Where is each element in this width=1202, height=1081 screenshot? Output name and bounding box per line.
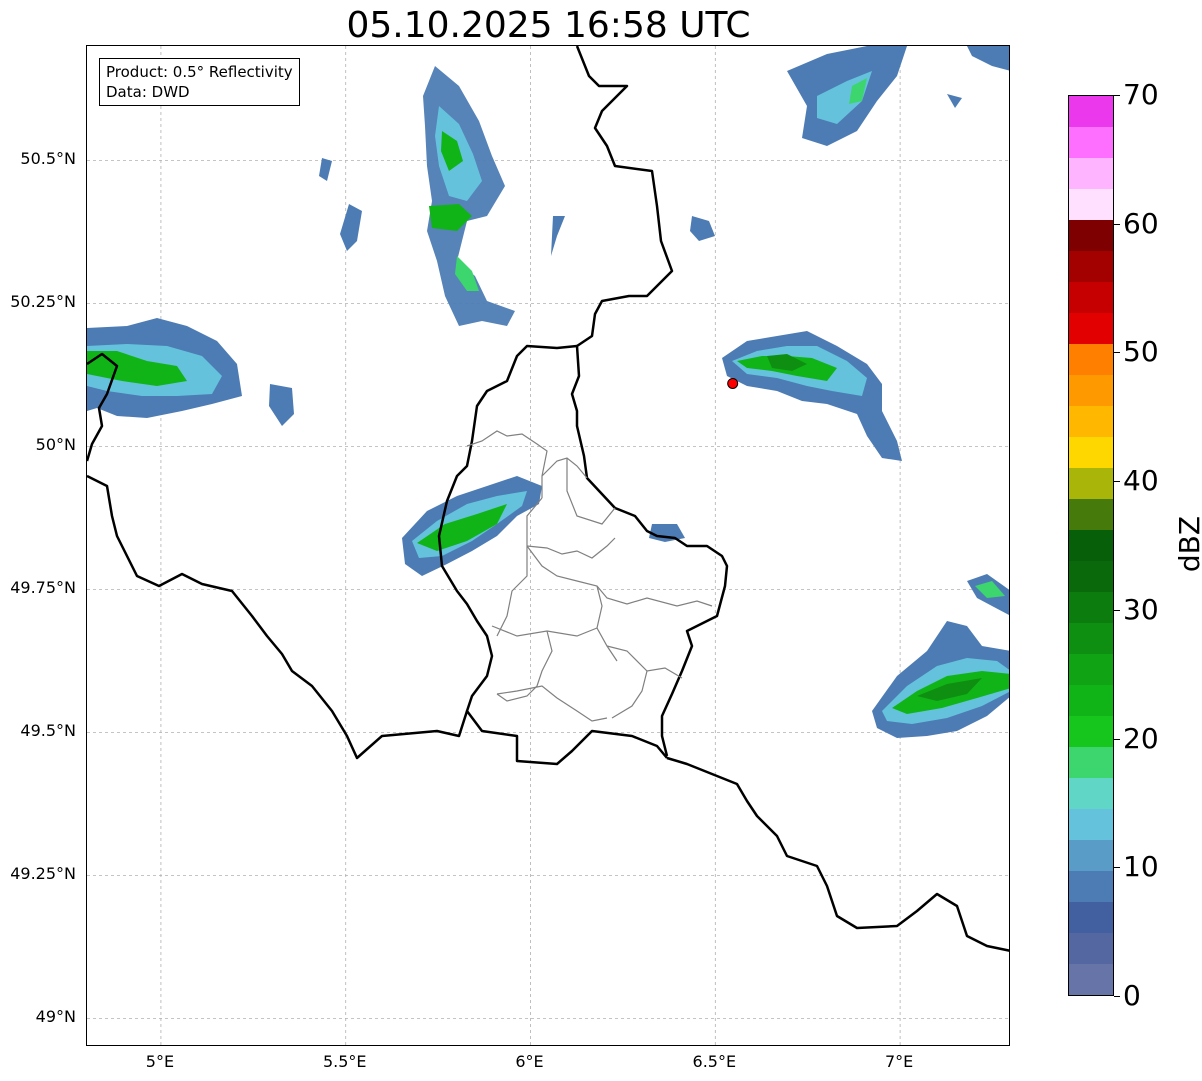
product-text: Product: 0.5° Reflectivity — [106, 63, 293, 81]
latitude-label: 49.5°N — [20, 721, 76, 741]
data-source-text: Data: DWD — [106, 83, 190, 101]
map-canvas — [87, 46, 1009, 1045]
colorbar-segment — [1069, 747, 1113, 778]
colorbar-segment — [1069, 344, 1113, 375]
map-title: 05.10.2025 16:58 UTC — [346, 5, 751, 46]
longitude-label: 7°E — [884, 1052, 914, 1071]
gridlines — [87, 46, 1009, 1045]
colorbar-segment — [1069, 158, 1113, 189]
colorbar-tick — [1114, 223, 1120, 225]
colorbar-tick-label: 10 — [1123, 850, 1159, 884]
radar-site-marker[interactable] — [727, 377, 739, 389]
colorbar-segment — [1069, 964, 1113, 995]
echo-east-central — [722, 331, 902, 461]
colorbar-segment — [1069, 809, 1113, 840]
colorbar-tick — [1114, 996, 1120, 997]
colorbar-segment — [1069, 561, 1113, 592]
colorbar-tick-label: 20 — [1123, 721, 1159, 755]
colorbar-tick-label: 0 — [1123, 979, 1141, 1012]
colorbar-segment — [1069, 282, 1113, 313]
national-borders — [87, 46, 1009, 952]
district-borders — [466, 430, 713, 722]
echo-west-edge — [87, 318, 294, 426]
latitude-label: 50.25°N — [10, 292, 76, 312]
colorbar-tick — [1114, 481, 1120, 483]
colorbar-segment — [1069, 592, 1113, 623]
latitude-label: 50°N — [35, 435, 76, 455]
latitude-label: 50.5°N — [20, 149, 76, 169]
longitude-label: 6.5°E — [692, 1052, 737, 1071]
echo-northeast — [787, 46, 1009, 146]
radar-echoes — [87, 46, 1009, 738]
colorbar-tick-label: 30 — [1123, 592, 1159, 626]
latitude-label: 49°N — [35, 1007, 76, 1027]
echo-small-north — [319, 158, 715, 256]
dbz-colorbar — [1068, 95, 1114, 996]
colorbar-tick-label: 70 — [1123, 78, 1159, 111]
colorbar-tick — [1114, 609, 1120, 611]
colorbar-tick — [1114, 352, 1120, 354]
colorbar-segment — [1069, 251, 1113, 282]
colorbar-segment — [1069, 840, 1113, 871]
colorbar-segment — [1069, 96, 1113, 127]
colorbar-segment — [1069, 778, 1113, 809]
colorbar-segment — [1069, 375, 1113, 406]
colorbar-segment — [1069, 685, 1113, 716]
longitude-label: 5°E — [145, 1052, 175, 1071]
colorbar-tick-label: 40 — [1123, 464, 1159, 498]
latitude-label: 49.75°N — [10, 578, 76, 598]
colorbar-segment — [1069, 654, 1113, 685]
colorbar-segment — [1069, 313, 1113, 344]
colorbar-tick-label: 60 — [1123, 206, 1159, 240]
colorbar-segment — [1069, 499, 1113, 530]
colorbar-segment — [1069, 220, 1113, 251]
colorbar-tick — [1114, 867, 1120, 869]
colorbar-tick — [1114, 95, 1120, 96]
product-info-box: Product: 0.5° Reflectivity Data: DWD — [99, 58, 300, 106]
echo-north-central — [423, 66, 515, 326]
colorbar-segment — [1069, 902, 1113, 933]
map-panel[interactable]: Product: 0.5° Reflectivity Data: DWD — [86, 45, 1010, 1046]
longitude-label: 6°E — [515, 1052, 544, 1071]
colorbar-segment — [1069, 530, 1113, 561]
colorbar-segment — [1069, 623, 1113, 654]
colorbar-segment — [1069, 189, 1113, 220]
longitude-label: 5.5°E — [322, 1052, 367, 1071]
colorbar-segment — [1069, 406, 1113, 437]
echo-southeast — [872, 574, 1009, 738]
colorbar-tick-label: 50 — [1123, 335, 1159, 369]
colorbar-segment — [1069, 871, 1113, 902]
colorbar-segment — [1069, 468, 1113, 499]
colorbar-segment — [1069, 933, 1113, 964]
colorbar-unit-label: dBZ — [1173, 515, 1202, 573]
colorbar-segment — [1069, 437, 1113, 468]
colorbar-segment — [1069, 127, 1113, 158]
latitude-label: 49.25°N — [10, 864, 76, 884]
colorbar-segment — [1069, 716, 1113, 747]
colorbar-tick — [1114, 738, 1120, 740]
